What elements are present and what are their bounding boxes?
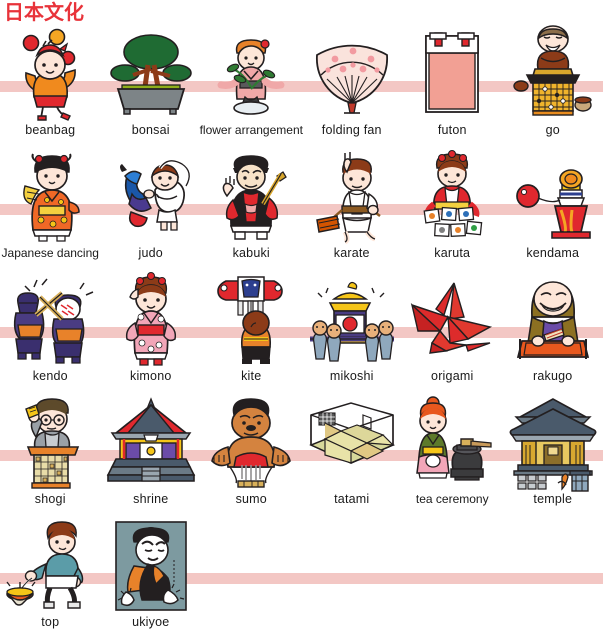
go-illustration <box>503 26 603 122</box>
culture-item-mikoshi[interactable]: mikoshi <box>302 272 403 395</box>
page-title: 日本文化 <box>4 0 84 24</box>
culture-item-label: go <box>546 123 560 137</box>
culture-item-kite[interactable]: kite <box>201 272 302 395</box>
culture-item-top[interactable]: top <box>0 518 101 641</box>
karuta-illustration <box>402 149 502 245</box>
culture-item-kimono[interactable]: kimono <box>101 272 202 395</box>
kimono-illustration <box>101 272 201 368</box>
culture-item-label: kabuki <box>233 246 270 260</box>
culture-item-folding-fan[interactable]: folding fan <box>302 26 403 149</box>
culture-item-sumo[interactable]: sumo <box>201 395 302 518</box>
culture-item-label: kite <box>241 369 261 383</box>
origami-illustration <box>402 272 502 368</box>
culture-item-kendama[interactable]: kendama <box>503 149 603 272</box>
culture-item-label: kendo <box>33 369 68 383</box>
culture-item-label: folding fan <box>322 123 382 137</box>
shrine-illustration <box>101 395 201 491</box>
folding-fan-illustration <box>302 26 402 122</box>
culture-item-label: Japanese dancing <box>2 246 99 260</box>
culture-item-label: kendama <box>526 246 579 260</box>
culture-row: kendo <box>0 272 603 395</box>
culture-grid: beanbag <box>0 26 603 638</box>
culture-item-label: shrine <box>133 492 168 506</box>
tatami-illustration <box>302 395 402 491</box>
culture-item-japanese-dancing[interactable]: Japanese dancing <box>0 149 101 272</box>
ukiyoe-illustration <box>101 518 201 614</box>
japanese-dancing-illustration <box>0 149 100 245</box>
culture-item-label: sumo <box>236 492 267 506</box>
culture-item-label: tatami <box>334 492 369 506</box>
beanbag-illustration <box>0 26 100 122</box>
culture-item-label: top <box>41 615 59 629</box>
top-illustration <box>0 518 100 614</box>
culture-item-beanbag[interactable]: beanbag <box>0 26 101 149</box>
culture-item-label: tea ceremony <box>416 492 489 506</box>
culture-item-shogi[interactable]: shogi <box>0 395 101 518</box>
japanese-culture-poster: 日本文化 <box>0 0 603 640</box>
rakugo-illustration <box>503 272 603 368</box>
futon-illustration <box>402 26 502 122</box>
culture-item-tatami[interactable]: tatami <box>302 395 403 518</box>
culture-item-label: mikoshi <box>330 369 374 383</box>
culture-item-label: beanbag <box>25 123 75 137</box>
sumo-illustration <box>201 395 301 491</box>
shogi-illustration <box>0 395 100 491</box>
culture-item-kendo[interactable]: kendo <box>0 272 101 395</box>
culture-row: shogi <box>0 395 603 518</box>
culture-item-karate[interactable]: karate <box>302 149 403 272</box>
culture-item-label: karate <box>334 246 370 260</box>
flower-arrangement-illustration <box>201 26 301 122</box>
culture-item-ukiyoe[interactable]: ukiyoe <box>101 518 202 641</box>
culture-item-futon[interactable]: futon <box>402 26 503 149</box>
culture-item-label: rakugo <box>533 369 572 383</box>
culture-item-go[interactable]: go <box>503 26 603 149</box>
culture-item-label: bonsai <box>132 123 170 137</box>
culture-row: beanbag <box>0 26 603 149</box>
culture-item-rakugo[interactable]: rakugo <box>503 272 603 395</box>
culture-item-label: judo <box>139 246 163 260</box>
tea-ceremony-illustration <box>402 395 502 491</box>
karate-illustration <box>302 149 402 245</box>
judo-illustration <box>101 149 201 245</box>
culture-item-bonsai[interactable]: bonsai <box>101 26 202 149</box>
culture-item-origami[interactable]: origami <box>402 272 503 395</box>
culture-item-flower-arrangement[interactable]: flower arrangement <box>201 26 302 149</box>
culture-item-label: temple <box>533 492 572 506</box>
kendo-illustration <box>0 272 100 368</box>
culture-row: Japanese dancing <box>0 149 603 272</box>
culture-item-shrine[interactable]: shrine <box>101 395 202 518</box>
culture-item-label: shogi <box>35 492 66 506</box>
temple-illustration <box>503 395 603 491</box>
culture-item-label: kimono <box>130 369 172 383</box>
culture-item-label: karuta <box>434 246 470 260</box>
culture-row: top <box>0 518 603 638</box>
culture-item-label: ukiyoe <box>132 615 169 629</box>
culture-item-kabuki[interactable]: kabuki <box>201 149 302 272</box>
kabuki-illustration <box>201 149 301 245</box>
kendama-illustration <box>503 149 603 245</box>
mikoshi-illustration <box>302 272 402 368</box>
bonsai-illustration <box>101 26 201 122</box>
culture-item-judo[interactable]: judo <box>101 149 202 272</box>
culture-item-tea-ceremony[interactable]: tea ceremony <box>402 395 503 518</box>
culture-item-karuta[interactable]: karuta <box>402 149 503 272</box>
culture-item-label: futon <box>438 123 467 137</box>
kite-illustration <box>201 272 301 368</box>
culture-item-label: flower arrangement <box>200 123 303 137</box>
culture-item-label: origami <box>431 369 473 383</box>
culture-item-temple[interactable]: temple <box>503 395 603 518</box>
